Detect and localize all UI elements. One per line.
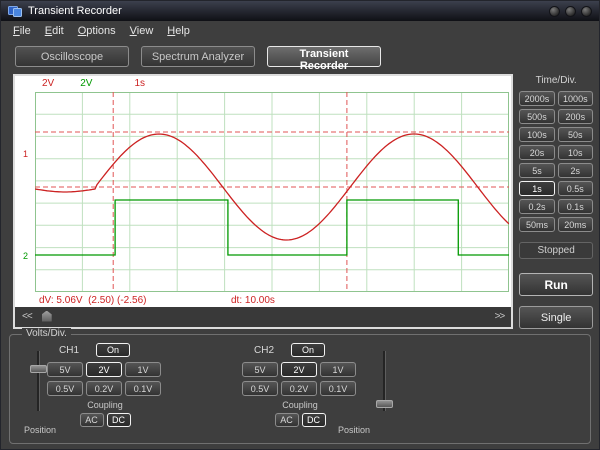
ch2-header: CH2 On <box>242 343 358 357</box>
ch2-position-slider[interactable] <box>376 351 393 411</box>
ch2-coupling-dc-button[interactable]: DC <box>302 413 326 427</box>
mode-tabs: Oscilloscope Spectrum Analyzer Transient… <box>1 41 599 72</box>
window-title: Transient Recorder <box>28 5 122 17</box>
ch1-position-thumb[interactable] <box>30 365 47 373</box>
timebase-5s-button[interactable]: 5s <box>519 163 554 178</box>
ch1-coupling-label: Coupling <box>47 400 163 410</box>
menubar: File Edit Options View Help <box>1 21 599 41</box>
ch1-volts-row-1: 5V 2V 1V <box>47 362 163 377</box>
ch2-volts-0.1v-button[interactable]: 0.1V <box>320 381 356 396</box>
ch2-volts-row-1: 5V 2V 1V <box>242 362 358 377</box>
scope-screen: 2V 2V 1s 1 2 dV: 5.06V (2.50) (-2.56) dt… <box>15 76 511 307</box>
ch1-volts-div-label: 2V <box>42 78 54 89</box>
menu-options[interactable]: Options <box>71 23 123 39</box>
scope-setting-labels: 2V 2V 1s <box>42 78 145 89</box>
scrollbar-track[interactable] <box>38 310 489 323</box>
volts-div-label: Volts/Div. <box>22 328 71 339</box>
ch2-volts-0.2v-button[interactable]: 0.2V <box>281 381 317 396</box>
menu-edit[interactable]: Edit <box>38 23 71 39</box>
ch1-position-track <box>37 351 40 411</box>
main-area: 2V 2V 1s 1 2 dV: 5.06V (2.50) (-2.56) dt… <box>1 72 599 329</box>
minimize-button[interactable] <box>549 6 560 17</box>
timebase-20ms-button[interactable]: 20ms <box>558 217 593 232</box>
ch1-controls: CH1 On 5V 2V 1V 0.5V 0.2V 0.1V Coupling … <box>47 343 163 427</box>
timebase-500s-button[interactable]: 500s <box>519 109 554 124</box>
timebase-20s-button[interactable]: 20s <box>519 145 554 160</box>
timebase-1000s-button[interactable]: 1000s <box>558 91 593 106</box>
window-controls <box>549 6 592 17</box>
timebase-1s-button[interactable]: 1s <box>519 181 554 196</box>
ch2-on-button[interactable]: On <box>291 343 325 357</box>
ch1-volts-5v-button[interactable]: 5V <box>47 362 83 377</box>
ch2-position-thumb[interactable] <box>376 400 393 408</box>
scroll-right-button[interactable]: >> <box>495 311 505 322</box>
ch1-volts-0.2v-button[interactable]: 0.2V <box>86 381 122 396</box>
single-button[interactable]: Single <box>519 306 593 329</box>
timebase-panel: Time/Div. 2000s 1000s 500s 200s 100s 50s… <box>519 74 593 329</box>
cursor-readouts: dV: 5.06V (2.50) (-2.56) dt: 10.00s <box>39 295 275 306</box>
timebase-2s-button[interactable]: 2s <box>558 163 593 178</box>
tab-oscilloscope[interactable]: Oscilloscope <box>15 46 129 67</box>
horizontal-scrollbar: << >> <box>15 307 511 325</box>
timebase-100s-button[interactable]: 100s <box>519 127 554 142</box>
ch2-volts-1v-button[interactable]: 1V <box>320 362 356 377</box>
timebase-50s-button[interactable]: 50s <box>558 127 593 142</box>
timebase-0.2s-button[interactable]: 0.2s <box>519 199 554 214</box>
close-button[interactable] <box>581 6 592 17</box>
ch1-header: CH1 On <box>47 343 163 357</box>
ch1-volts-2v-button[interactable]: 2V <box>86 362 122 377</box>
titlebar: Transient Recorder <box>1 1 599 21</box>
timebase-2000s-button[interactable]: 2000s <box>519 91 554 106</box>
ch1-volts-0.1v-button[interactable]: 0.1V <box>125 381 161 396</box>
ch2-volts-div-label: 2V <box>80 78 92 89</box>
delta-voltage-readout: dV: 5.06V (2.50) (-2.56) <box>39 295 231 306</box>
ch2-coupling-label: Coupling <box>242 400 358 410</box>
tab-transient-recorder[interactable]: Transient Recorder <box>267 46 381 67</box>
ch1-coupling-dc-button[interactable]: DC <box>107 413 131 427</box>
scrollbar-thumb[interactable] <box>42 311 52 322</box>
ch2-trace-marker: 2 <box>23 251 28 262</box>
delta-time-readout: dt: 10.00s <box>231 295 275 306</box>
ch1-coupling-ac-button[interactable]: AC <box>80 413 104 427</box>
ch1-volts-0.5v-button[interactable]: 0.5V <box>47 381 83 396</box>
ch2-coupling-ac-button[interactable]: AC <box>275 413 299 427</box>
volts-div-group: Volts/Div. Position CH1 On 5V 2V 1V 0.5V… <box>9 334 591 444</box>
ch1-coupling-buttons: AC DC <box>47 413 163 427</box>
timebase-buttons: 2000s 1000s 500s 200s 100s 50s 20s 10s 5… <box>519 91 593 232</box>
scope-display: 2V 2V 1s 1 2 dV: 5.06V (2.50) (-2.56) dt… <box>13 74 513 329</box>
menu-help[interactable]: Help <box>160 23 197 39</box>
scroll-left-button[interactable]: << <box>22 311 32 322</box>
acquisition-status: Stopped <box>519 242 593 259</box>
ch1-position-slider[interactable] <box>30 351 47 411</box>
ch2-volts-5v-button[interactable]: 5V <box>242 362 278 377</box>
ch1-volts-1v-button[interactable]: 1V <box>125 362 161 377</box>
ch2-controls: CH2 On 5V 2V 1V 0.5V 0.2V 0.1V Coupling … <box>242 343 358 427</box>
ch1-on-button[interactable]: On <box>96 343 130 357</box>
menu-view[interactable]: View <box>123 23 161 39</box>
app-icon <box>8 5 22 17</box>
timebase-10s-button[interactable]: 10s <box>558 145 593 160</box>
menu-file[interactable]: File <box>6 23 38 39</box>
timebase-50ms-button[interactable]: 50ms <box>519 217 554 232</box>
timebase-0.1s-button[interactable]: 0.1s <box>558 199 593 214</box>
timebase-200s-button[interactable]: 200s <box>558 109 593 124</box>
timebase-0.5s-button[interactable]: 0.5s <box>558 181 593 196</box>
app-window: Transient Recorder File Edit Options Vie… <box>0 0 600 450</box>
ch1-volts-row-2: 0.5V 0.2V 0.1V <box>47 381 163 396</box>
ch2-position-label: Position <box>338 425 370 435</box>
ch2-volts-row-2: 0.5V 0.2V 0.1V <box>242 381 358 396</box>
ch1-trace-marker: 1 <box>23 149 28 160</box>
ch1-label: CH1 <box>59 345 96 356</box>
maximize-button[interactable] <box>565 6 576 17</box>
time-div-label: Time/Div. <box>519 75 593 86</box>
tab-spectrum-analyzer[interactable]: Spectrum Analyzer <box>141 46 255 67</box>
time-div-value-label: 1s <box>134 78 145 89</box>
ch2-label: CH2 <box>254 345 291 356</box>
ch2-volts-0.5v-button[interactable]: 0.5V <box>242 381 278 396</box>
run-button[interactable]: Run <box>519 273 593 296</box>
waveform-plot <box>35 92 509 292</box>
ch2-volts-2v-button[interactable]: 2V <box>281 362 317 377</box>
